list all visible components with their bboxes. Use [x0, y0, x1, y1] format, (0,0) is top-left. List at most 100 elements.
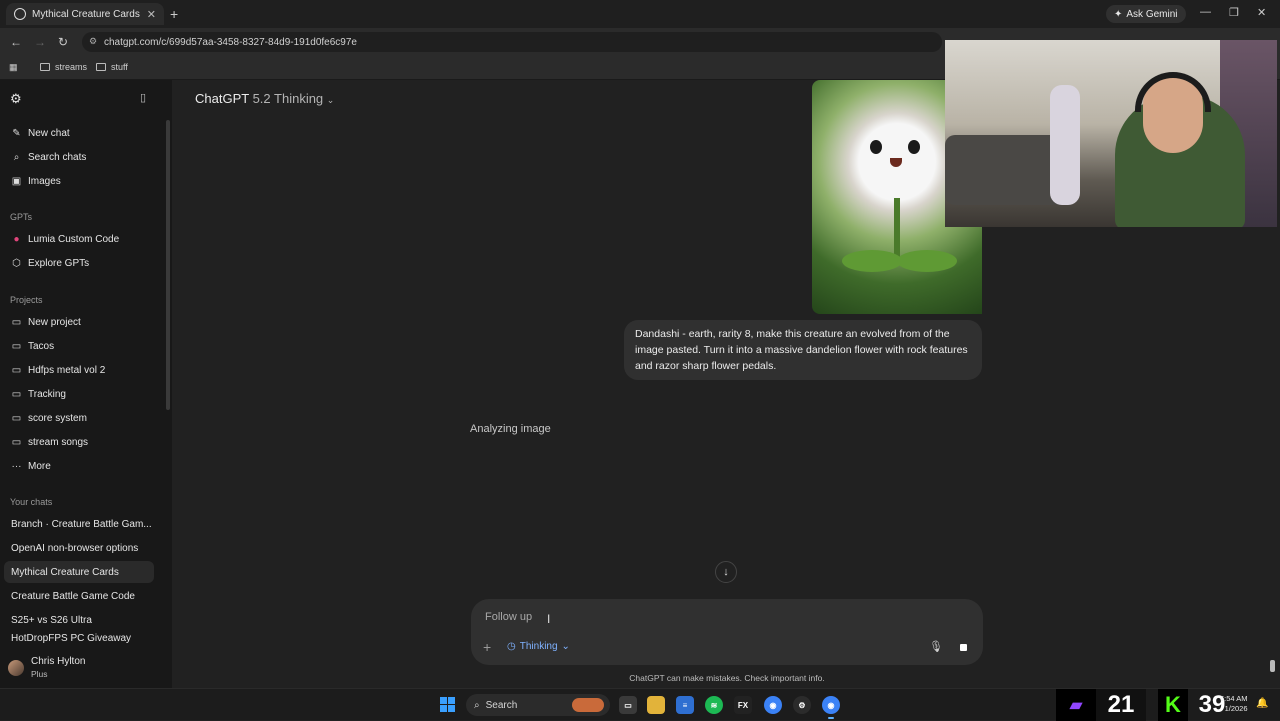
webcam-overlay [945, 40, 1277, 227]
notepad-icon[interactable]: ≡ [676, 696, 694, 714]
user-plan: Plus [31, 669, 48, 679]
arrow-down-icon: ↓ [723, 566, 729, 578]
main-scrollbar[interactable] [1270, 660, 1275, 672]
chevron-down-icon: ⌄ [326, 95, 335, 105]
twitch-icon: ▰ [1056, 689, 1096, 721]
search-icon: ⌕ [13, 151, 20, 163]
sidebar-scrollbar[interactable] [166, 120, 170, 410]
tab-title: Mythical Creature Cards [32, 8, 140, 20]
your-chats-heading: Your chats [10, 497, 53, 507]
message-composer[interactable]: Follow up I + ◷ Thinking ⌄ 🎙 [471, 599, 983, 665]
assistant-status-text: Analyzing image [470, 423, 551, 435]
new-project-button[interactable]: ▭ New project [11, 314, 81, 330]
browser-tab[interactable]: Mythical Creature Cards ✕ [6, 3, 164, 25]
spotify-icon[interactable]: ≋ [705, 696, 723, 714]
creature-leaf [842, 250, 902, 272]
folder-icon: ▭ [11, 364, 22, 376]
chat-history-item[interactable]: Branch · Creature Battle Gam... [10, 513, 160, 535]
compose-icon: ✎ [12, 127, 21, 139]
browser-tab-bar: Mythical Creature Cards ✕ + ✦ Ask Gemini… [0, 0, 1280, 28]
chat-history-item-active[interactable]: Mythical Creature Cards [4, 561, 154, 583]
close-tab-icon[interactable]: ✕ [147, 8, 156, 21]
folder-icon: ▭ [11, 436, 22, 448]
creature-leaf [897, 250, 957, 272]
thinking-clock-icon: ◷ [507, 641, 516, 652]
overlay-counter-left: 21 [1096, 689, 1146, 721]
folder-icon [40, 63, 50, 71]
chevron-down-icon: ⌄ [561, 641, 570, 652]
kick-icon: K [1158, 689, 1188, 721]
bookmark-folder-streams[interactable]: streams [40, 62, 87, 72]
folder-icon: ▭ [11, 340, 22, 352]
chat-history-item[interactable]: HotDropFPS PC Giveaway [10, 633, 160, 647]
webcam-headphones [1135, 72, 1211, 112]
gpt-lumia-custom-code[interactable]: ● Lumia Custom Code [11, 231, 119, 247]
taskbar-search[interactable]: ⌕ Search [466, 694, 610, 716]
site-info-icon[interactable]: ⚙ [89, 36, 97, 47]
chat-history-item[interactable]: OpenAI non-browser options [10, 537, 160, 559]
stop-generation-button[interactable] [953, 637, 973, 657]
url-field[interactable]: ⚙ chatgpt.com/c/699d57aa-3458-8327-84d9-… [82, 32, 942, 52]
bookmark-folder-stuff[interactable]: stuff [96, 62, 128, 72]
task-view-icon[interactable]: ▭ [619, 696, 637, 714]
chat-history-item[interactable]: Creature Battle Game Code [10, 585, 160, 607]
microphone-icon[interactable]: 🎙 [929, 640, 943, 653]
user-account-button[interactable]: Chris Hylton Plus [8, 656, 85, 680]
scroll-to-bottom-button[interactable]: ↓ [715, 561, 737, 583]
notification-bell-icon[interactable]: 🔔 [1256, 698, 1268, 709]
text-cursor-icon: I [547, 612, 551, 626]
project-item[interactable]: ▭ Hdfps metal vol 2 [11, 362, 106, 378]
creature-stem [894, 198, 900, 258]
project-item[interactable]: ▭ stream songs [11, 434, 88, 450]
reload-icon[interactable]: ↻ [58, 35, 68, 49]
webcam-child [1050, 85, 1080, 205]
gemini-sparkle-icon: ✦ [1114, 8, 1123, 20]
attach-plus-icon[interactable]: + [483, 639, 491, 655]
model-selector[interactable]: ChatGPT 5.2 Thinking ⌄ [195, 91, 334, 106]
taskbar-clock[interactable]: 6:54 AM 1/2026 [1220, 694, 1248, 714]
folder-icon [96, 63, 106, 71]
project-item[interactable]: ▭ Tracking [11, 386, 66, 402]
more-icon: ··· [11, 460, 22, 472]
search-icon: ⌕ [474, 699, 480, 711]
new-chat-button[interactable]: ✎ New chat [11, 125, 69, 141]
close-window-icon[interactable]: ✕ [1257, 6, 1266, 19]
disclaimer-text: ChatGPT can make mistakes. Check importa… [629, 673, 825, 683]
gpt-avatar-icon: ● [13, 233, 20, 245]
creature-mouth [890, 158, 902, 167]
project-item[interactable]: ▭ score system [11, 410, 87, 426]
more-projects-button[interactable]: ··· More [11, 458, 51, 474]
openai-logo-icon[interactable]: ⚙ [10, 91, 22, 107]
apps-grid-icon[interactable]: ▦ [9, 62, 18, 73]
chatgpt-app-icon[interactable]: ⚙ [793, 696, 811, 714]
composer-input[interactable]: Follow up [485, 611, 532, 623]
chrome-icon[interactable]: ◉ [764, 696, 782, 714]
avatar [8, 660, 24, 676]
gpts-heading: GPTs [10, 212, 33, 222]
project-item[interactable]: ▭ Tacos [11, 338, 54, 354]
creature-eye [908, 140, 920, 154]
openai-favicon-icon [14, 8, 26, 20]
image-icon: ▣ [11, 175, 22, 187]
thinking-mode-button[interactable]: ◷ Thinking ⌄ [507, 641, 570, 652]
file-explorer-icon[interactable] [647, 696, 665, 714]
folder-icon: ▭ [11, 412, 22, 424]
toggle-sidebar-icon[interactable]: ▯ [140, 91, 146, 104]
chrome-active-icon[interactable]: ◉ [822, 696, 840, 719]
new-tab-button[interactable]: + [170, 6, 178, 22]
explore-gpts-button[interactable]: ⬡ Explore GPTs [11, 255, 89, 271]
search-highlight-icon [572, 698, 604, 712]
windows-taskbar: ⌕ Search ▭ ≡ ≋ FX ◉ ⚙ ◉ ▰ 21 K 39 6:54 A… [0, 688, 1280, 721]
windows-start-icon[interactable] [440, 697, 455, 712]
user-name: Chris Hylton [31, 656, 86, 667]
search-chats-button[interactable]: ⌕ Search chats [11, 149, 87, 165]
chat-history-item[interactable]: S25+ vs S26 Ultra [10, 609, 160, 631]
minimize-icon[interactable]: — [1200, 6, 1211, 18]
hud-fx-icon[interactable]: FX [734, 696, 752, 714]
maximize-icon[interactable]: ❐ [1229, 6, 1239, 19]
user-message-bubble: Dandashi - earth, rarity 8, make this cr… [624, 320, 982, 380]
images-button[interactable]: ▣ Images [11, 173, 61, 189]
forward-icon[interactable]: → [34, 35, 46, 49]
back-icon[interactable]: ← [10, 35, 22, 49]
ask-gemini-button[interactable]: ✦ Ask Gemini [1106, 5, 1186, 23]
